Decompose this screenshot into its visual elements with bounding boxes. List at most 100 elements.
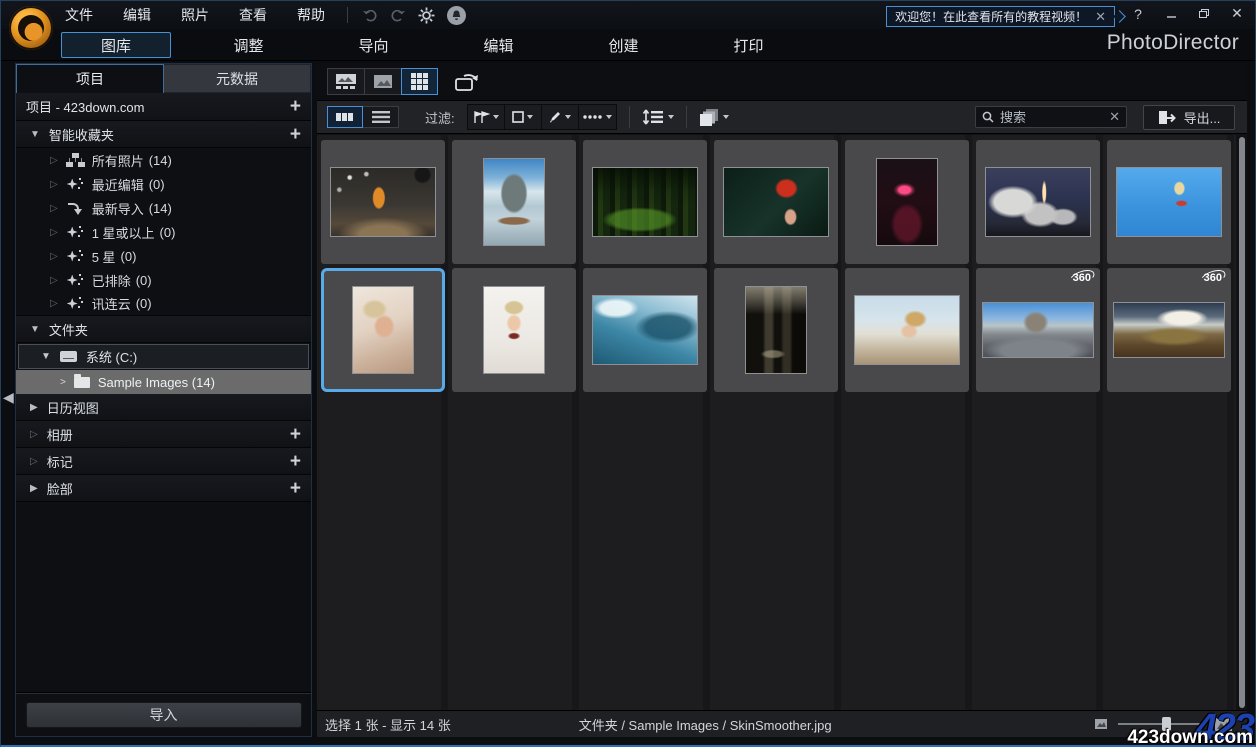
section-tags[interactable]: ▷ 标记 + <box>16 448 311 475</box>
photo-card-window-light[interactable] <box>714 268 838 392</box>
menu-view[interactable]: 查看 <box>239 5 267 25</box>
tab-edit[interactable]: 编辑 <box>436 29 561 61</box>
single-view-button[interactable] <box>364 68 401 95</box>
expand-arrow-icon[interactable]: ▷ <box>50 179 58 190</box>
large-thumbnail-icon[interactable] <box>1214 717 1233 732</box>
flag-filter-button[interactable] <box>467 105 505 129</box>
tree-item-five-star[interactable]: ▷ 5 星 (0) <box>16 244 311 268</box>
import-button[interactable]: 导入 <box>25 701 302 728</box>
label-filter-button[interactable] <box>504 105 542 129</box>
menu-help[interactable]: 帮助 <box>297 5 325 25</box>
sidebar-collapse-handle[interactable]: ◀ <box>3 389 14 406</box>
photo-card-woman-laughing[interactable] <box>452 268 576 392</box>
welcome-close-icon[interactable]: ✕ <box>1095 9 1106 25</box>
search-input[interactable] <box>1000 109 1104 125</box>
tab-project[interactable]: 项目 <box>16 64 164 93</box>
app-help-button[interactable]: ? <box>1130 6 1146 22</box>
section-albums[interactable]: ▷ 相册 + <box>16 421 311 448</box>
photo-card-neon-sign[interactable] <box>845 140 969 264</box>
photo-card-karst-boat[interactable] <box>452 140 576 264</box>
redo-icon[interactable] <box>390 8 406 22</box>
section-folders[interactable]: ▼ 文件夹 <box>16 316 311 343</box>
expand-arrow-icon[interactable]: ▷ <box>50 203 58 214</box>
menu-edit[interactable]: 编辑 <box>123 5 151 25</box>
tree-item-one-star-up[interactable]: ▷ 1 星或以上 (0) <box>16 220 311 244</box>
stack-button[interactable] <box>699 108 729 127</box>
tab-create[interactable]: 创建 <box>561 29 686 61</box>
more-filter-button[interactable] <box>578 105 616 129</box>
menu-file[interactable]: 文件 <box>65 5 93 25</box>
photo-card-rocket-launch[interactable] <box>976 140 1100 264</box>
photo-pano-valley[interactable] <box>1113 302 1225 358</box>
photo-karst-boat[interactable] <box>483 158 545 246</box>
photo-card-pano-road[interactable]: 360 <box>976 268 1100 392</box>
add-album-button[interactable]: + <box>290 425 301 444</box>
photo-pano-road[interactable] <box>982 302 1094 358</box>
browser-view-button[interactable] <box>327 68 364 95</box>
tree-item-rejected[interactable]: ▷ 已排除 (0) <box>16 268 311 292</box>
photo-window-light[interactable] <box>745 286 807 374</box>
undo-icon[interactable] <box>362 8 378 22</box>
tree-item-recently-edited[interactable]: ▷ 最近编辑 (0) <box>16 172 311 196</box>
photo-woman-laughing[interactable] <box>483 286 545 374</box>
grid-view-button[interactable] <box>401 68 438 95</box>
notification-bell-icon[interactable] <box>447 5 466 25</box>
edited-filter-button[interactable] <box>541 105 579 129</box>
add-project-button[interactable]: + <box>290 97 301 116</box>
section-smart-collection[interactable]: ▼ 智能收藏夹 + <box>16 121 311 148</box>
photo-card-pano-valley[interactable]: 360 <box>1107 268 1231 392</box>
expand-arrow-icon[interactable]: ▷ <box>50 155 58 166</box>
project-row[interactable]: 项目 - 423down.com + <box>16 93 311 121</box>
tab-print[interactable]: 打印 <box>686 29 811 61</box>
expand-arrow-icon[interactable]: ▷ <box>50 227 58 238</box>
collapse-arrow-icon[interactable]: ▶ <box>30 402 38 413</box>
photo-card-forest[interactable] <box>583 140 707 264</box>
photo-card-maple-leaf[interactable] <box>714 140 838 264</box>
photo-card-woman-beach[interactable] <box>845 268 969 392</box>
photo-skateboarder[interactable] <box>1116 167 1222 237</box>
add-face-button[interactable]: + <box>290 479 301 498</box>
collapse-arrow-icon[interactable]: ▼ <box>41 351 51 362</box>
photo-card-basketball-dunk[interactable] <box>321 140 445 264</box>
tree-item-drive-c[interactable]: ▼ 系统 (C:) <box>18 344 309 369</box>
photo-woman-smiling[interactable] <box>352 286 414 374</box>
add-smart-collection-button[interactable]: + <box>290 125 301 144</box>
tree-item-sample-images-selected[interactable]: > Sample Images (14) <box>16 370 311 394</box>
tab-metadata[interactable]: 元数据 <box>164 64 311 93</box>
collapse-arrow-icon[interactable]: ▶ <box>30 483 38 494</box>
photo-maple-leaf[interactable] <box>723 167 829 237</box>
rotate-photo-button[interactable] <box>454 72 480 92</box>
expand-arrow-icon[interactable]: > <box>60 377 66 388</box>
search-clear-icon[interactable]: ✕ <box>1109 109 1120 125</box>
collapse-arrow-icon[interactable]: ▼ <box>30 129 40 140</box>
expand-arrow-icon[interactable]: ▷ <box>50 251 58 262</box>
photo-neon-sign[interactable] <box>876 158 938 246</box>
close-button[interactable]: ✕ <box>1229 5 1245 22</box>
minimize-button[interactable] <box>1163 6 1179 22</box>
expand-arrow-icon[interactable]: ▷ <box>30 429 38 440</box>
collapse-arrow-icon[interactable]: ▼ <box>30 324 40 335</box>
slider-handle[interactable] <box>1162 717 1171 731</box>
add-tag-button[interactable]: + <box>290 452 301 471</box>
photo-basketball-dunk[interactable] <box>330 167 436 237</box>
tree-item-latest-imports[interactable]: ▷ 最新导入 (14) <box>16 196 311 220</box>
scrollbar-thumb[interactable] <box>1239 137 1245 708</box>
list-mode-button[interactable] <box>363 106 399 128</box>
photo-forest[interactable] <box>592 167 698 237</box>
export-button[interactable]: 导出... <box>1143 104 1235 130</box>
section-calendar-view[interactable]: ▶ 日历视图 <box>16 394 311 421</box>
photo-ocean-wave[interactable] <box>592 295 698 365</box>
sort-button[interactable] <box>642 109 674 125</box>
settings-gear-icon[interactable] <box>418 7 435 24</box>
photo-rocket-launch[interactable] <box>985 167 1091 237</box>
photo-card-ocean-wave[interactable] <box>583 268 707 392</box>
photo-card-skateboarder[interactable] <box>1107 140 1231 264</box>
expand-arrow-icon[interactable]: ▷ <box>50 298 58 309</box>
expand-arrow-icon[interactable]: ▷ <box>50 275 58 286</box>
menu-photo[interactable]: 照片 <box>181 5 209 25</box>
section-faces[interactable]: ▶ 脸部 + <box>16 475 311 502</box>
tab-adjust[interactable]: 调整 <box>186 29 311 61</box>
tab-guided[interactable]: 导向 <box>311 29 436 61</box>
photo-card-woman-smiling[interactable] <box>321 268 445 392</box>
expand-arrow-icon[interactable]: ▷ <box>30 456 38 467</box>
